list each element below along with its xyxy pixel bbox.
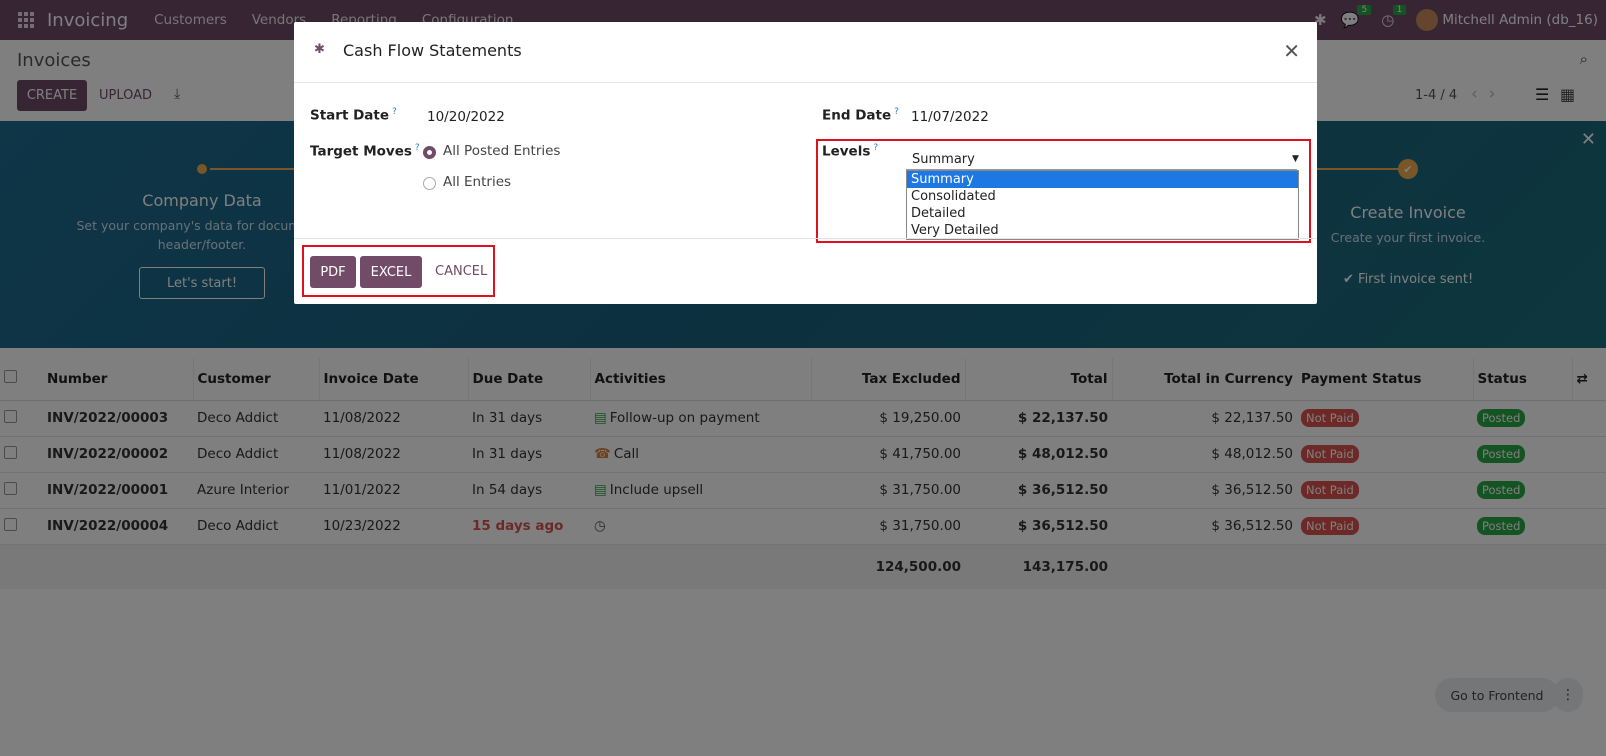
radio-all-entries-label[interactable]: All Entries — [443, 174, 511, 190]
start-date-label: Start Date? — [310, 107, 397, 124]
dialog-title: Cash Flow Statements — [343, 41, 522, 60]
dialog-header: ✱ Cash Flow Statements ✕ — [294, 22, 1317, 83]
end-date-label: End Date? — [822, 107, 899, 124]
debug-bug-icon[interactable]: ✱ — [314, 42, 325, 57]
help-icon[interactable]: ? — [392, 107, 397, 117]
end-date-field[interactable]: 11/07/2022 — [911, 109, 989, 125]
levels-highlight-box — [816, 139, 1311, 243]
help-icon[interactable]: ? — [415, 143, 420, 153]
radio-all-entries[interactable] — [423, 177, 436, 190]
radio-all-posted-label[interactable]: All Posted Entries — [443, 143, 560, 159]
buttons-highlight-box — [302, 245, 495, 297]
radio-all-posted[interactable] — [423, 146, 436, 159]
close-icon[interactable]: ✕ — [1283, 39, 1300, 63]
cash-flow-dialog: ✱ Cash Flow Statements ✕ Start Date? 10/… — [294, 22, 1317, 304]
footer-divider — [294, 238, 1317, 239]
help-icon[interactable]: ? — [894, 107, 899, 117]
start-date-field[interactable]: 10/20/2022 — [427, 109, 505, 125]
target-moves-label: Target Moves? — [310, 143, 420, 160]
